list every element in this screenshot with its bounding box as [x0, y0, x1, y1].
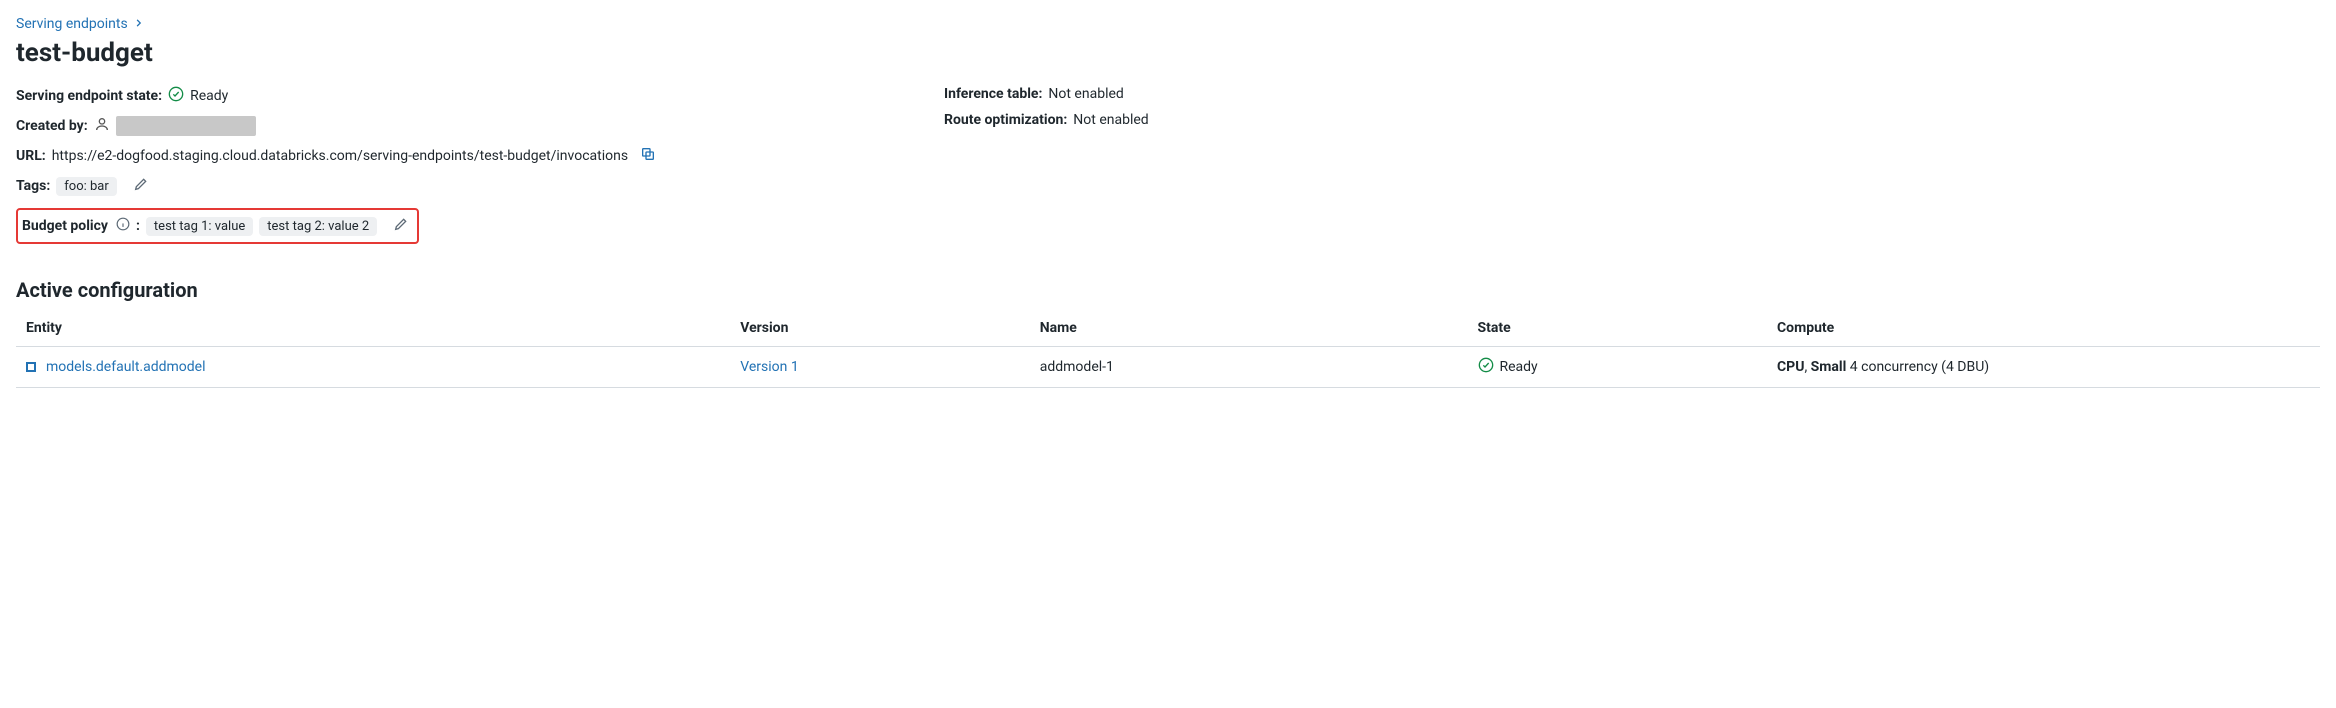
check-circle-icon — [168, 86, 184, 106]
state-row: Serving endpoint state: Ready — [16, 86, 936, 106]
page-title: test-budget — [16, 38, 2320, 68]
compute-cell: CPU, Small 4 concurrency (4 DBU) — [1767, 347, 2320, 388]
col-version: Version — [730, 312, 1030, 347]
route-optimization-value: Not enabled — [1073, 112, 1148, 128]
table-row: models.default.addmodel Version 1 addmod… — [16, 347, 2320, 388]
col-entity: Entity — [16, 312, 730, 347]
col-state: State — [1468, 312, 1768, 347]
active-config-heading: Active configuration — [16, 278, 2320, 302]
chevron-right-icon — [134, 17, 144, 31]
breadcrumb: Serving endpoints — [16, 16, 2320, 32]
budget-policy-colon: : — [136, 218, 140, 234]
state-cell-value: Ready — [1500, 359, 1538, 375]
user-icon — [94, 116, 110, 136]
url-value: https://e2-dogfood.staging.cloud.databri… — [52, 148, 628, 164]
inference-table-label: Inference table: — [944, 86, 1042, 102]
name-cell: addmodel-1 — [1030, 347, 1468, 388]
pencil-icon[interactable] — [383, 216, 409, 236]
budget-policy-row: Budget policy : test tag 1: value test t… — [16, 208, 419, 244]
url-row: URL: https://e2-dogfood.staging.cloud.da… — [16, 146, 936, 166]
col-compute: Compute — [1767, 312, 2320, 347]
inference-table-value: Not enabled — [1048, 86, 1123, 102]
col-name: Name — [1030, 312, 1468, 347]
copy-icon[interactable] — [634, 146, 656, 166]
budget-policy-chip: test tag 2: value 2 — [259, 217, 377, 236]
budget-policy-chip: test tag 1: value — [146, 217, 253, 236]
route-optimization-label: Route optimization: — [944, 112, 1067, 128]
created-by-row: Created by: — [16, 116, 936, 136]
tags-label: Tags: — [16, 178, 50, 194]
budget-policy-label: Budget policy — [22, 218, 108, 234]
pencil-icon[interactable] — [123, 176, 149, 196]
version-link[interactable]: Version 1 — [740, 359, 798, 375]
created-by-label: Created by: — [16, 118, 88, 134]
breadcrumb-parent-link[interactable]: Serving endpoints — [16, 16, 128, 32]
info-icon[interactable] — [114, 217, 130, 235]
active-config-table: Entity Version Name State Compute models… — [16, 312, 2320, 388]
route-optimization-row: Route optimization: Not enabled — [944, 112, 2320, 128]
inference-table-row: Inference table: Not enabled — [944, 86, 2320, 102]
tag-chip: foo: bar — [56, 177, 117, 196]
state-label: Serving endpoint state: — [16, 88, 162, 104]
url-label: URL: — [16, 148, 46, 164]
state-value: Ready — [190, 88, 228, 104]
entity-link[interactable]: models.default.addmodel — [46, 359, 206, 375]
model-icon — [26, 362, 36, 372]
check-circle-icon — [1478, 357, 1494, 377]
created-by-value-redacted — [116, 116, 256, 136]
tags-row: Tags: foo: bar — [16, 176, 936, 196]
